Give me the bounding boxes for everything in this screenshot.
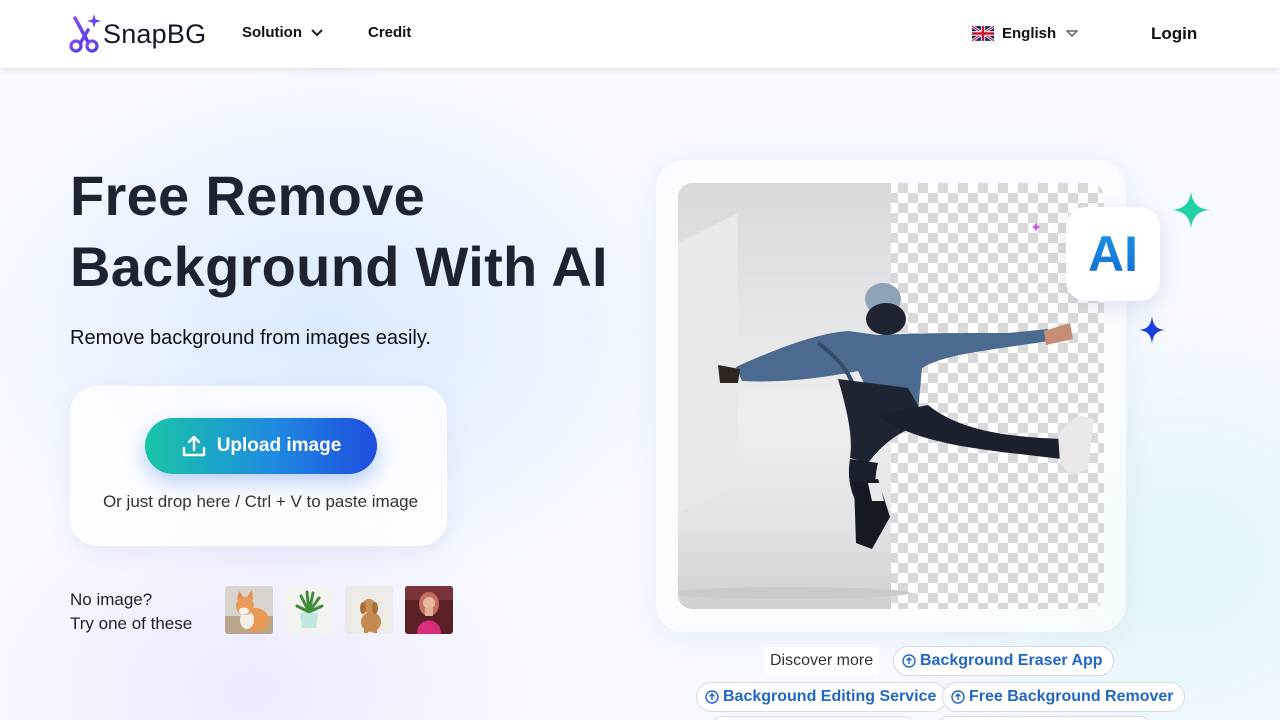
sample-image-plant[interactable]	[285, 586, 333, 634]
link-label: Background Editing Service	[723, 688, 937, 705]
caret-down-icon	[1066, 29, 1079, 37]
link-free-background-remover[interactable]: Free Background Remover	[942, 682, 1185, 712]
language-selector[interactable]: English	[972, 25, 1079, 42]
plant-thumbnail	[285, 586, 333, 634]
dancer-demo-illustration	[678, 183, 1104, 609]
nav-credit-link[interactable]: Credit	[368, 24, 411, 41]
upload-image-button[interactable]: Upload image	[145, 418, 377, 474]
scissors-logo-icon	[69, 14, 101, 53]
brand-name: SnapBG	[103, 18, 207, 49]
link-background-eraser-app[interactable]: Background Eraser App	[893, 646, 1114, 676]
sparkle-teal-icon	[1172, 191, 1210, 229]
upload-icon	[182, 435, 205, 457]
circle-arrow-icon	[705, 690, 719, 704]
nav-solution-dropdown[interactable]: Solution	[242, 24, 324, 41]
before-after-demo-image	[678, 183, 1104, 609]
link-background-editing-service[interactable]: Background Editing Service	[696, 682, 948, 712]
sparkle-pink-icon	[1031, 221, 1041, 233]
upload-image-label: Upload image	[216, 435, 342, 456]
sample-prompt: No image? Try one of these	[70, 588, 192, 636]
nav-solution-label: Solution	[242, 24, 302, 41]
uk-flag-icon	[972, 26, 994, 41]
hero-title-line-1: Free Remove	[70, 164, 426, 227]
sample-image-puppy[interactable]	[345, 586, 393, 634]
ai-badge-label: AI	[1088, 226, 1138, 282]
link-partially-visible[interactable]	[708, 716, 918, 720]
link-label: Free Background Remover	[969, 688, 1174, 705]
sample-prompt-line-1: No image?	[70, 590, 153, 609]
top-navbar: SnapBG Solution Credit English Login	[0, 0, 1280, 68]
sample-prompt-line-2: Try one of these	[70, 614, 193, 633]
hero-subtitle: Remove background from images easily.	[70, 327, 431, 349]
link-partially-visible[interactable]	[934, 716, 1154, 720]
sparkle-blue-icon	[1139, 316, 1165, 344]
cat-thumbnail	[225, 586, 273, 634]
discover-more-label: Discover more	[764, 647, 880, 675]
hero-title: Free Remove Background With AI	[70, 160, 608, 302]
circle-arrow-icon	[951, 690, 965, 704]
brand-logo[interactable]: SnapBG	[68, 12, 206, 56]
nav-credit-label: Credit	[368, 24, 412, 41]
circle-arrow-icon	[902, 654, 916, 668]
hero-title-line-2: Background With AI	[70, 235, 608, 298]
language-label: English	[1002, 25, 1057, 42]
chevron-down-icon	[311, 28, 323, 36]
link-label: Background Eraser App	[920, 652, 1103, 669]
upload-dropzone[interactable]: Upload image Or just drop here / Ctrl + …	[70, 386, 447, 546]
sample-image-woman[interactable]	[405, 586, 453, 634]
sample-image-cat[interactable]	[225, 586, 273, 634]
login-button[interactable]: Login	[1151, 24, 1197, 44]
puppy-thumbnail	[345, 586, 393, 634]
woman-thumbnail	[405, 586, 453, 634]
ai-badge: AI	[1066, 207, 1160, 301]
drop-paste-hint: Or just drop here / Ctrl + V to paste im…	[102, 492, 419, 511]
